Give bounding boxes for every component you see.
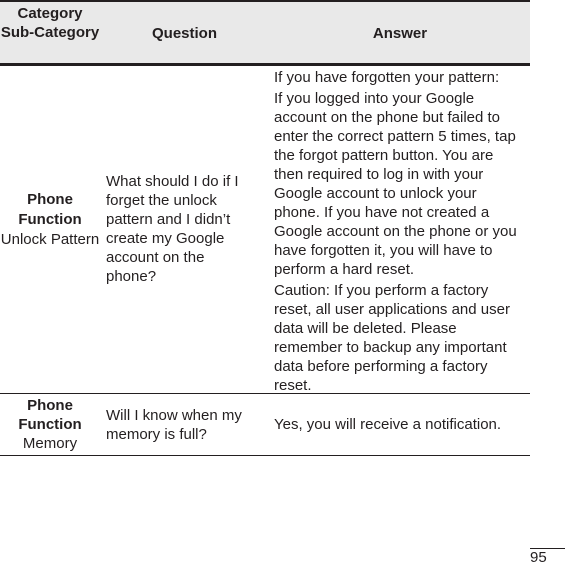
category-cell: Phone Function Unlock Pattern <box>0 190 100 250</box>
answer-cell: If you have forgotten your pattern: If y… <box>274 68 526 397</box>
header-category-column: Category Sub-Category <box>0 4 100 42</box>
subcategory-name: Unlock Pattern <box>0 231 100 248</box>
category-cell: Phone Function Memory <box>0 396 100 453</box>
table-row: Phone Function Memory Will I know when m… <box>0 394 530 456</box>
header-category-label: Category <box>17 5 83 22</box>
table-header: Category Sub-Category Question Answer <box>0 0 530 66</box>
header-question-label: Question <box>152 25 218 42</box>
answer-cell: Yes, you will receive a notification. <box>274 415 526 436</box>
category-name: Phone Function <box>18 191 82 228</box>
question-cell: Will I know when my memory is full? <box>106 407 242 443</box>
page-number: 95 <box>530 549 547 566</box>
header-answer-label: Answer <box>372 25 428 42</box>
answer-paragraph: Yes, you will receive a notification. <box>274 416 502 433</box>
subcategory-name: Memory <box>22 435 78 452</box>
answer-paragraph: Caution: If you perform a factory reset,… <box>274 282 510 394</box>
category-name: Phone Function <box>18 397 82 433</box>
header-subcategory-label: Sub-Category <box>0 24 100 41</box>
answer-paragraph: If you logged into your Google account o… <box>274 90 517 278</box>
answer-paragraph: If you have forgotten your pattern: <box>274 69 500 86</box>
table-row: Phone Function Unlock Pattern What shoul… <box>0 66 530 394</box>
question-cell: What should I do if I forget the unlock … <box>106 173 239 285</box>
